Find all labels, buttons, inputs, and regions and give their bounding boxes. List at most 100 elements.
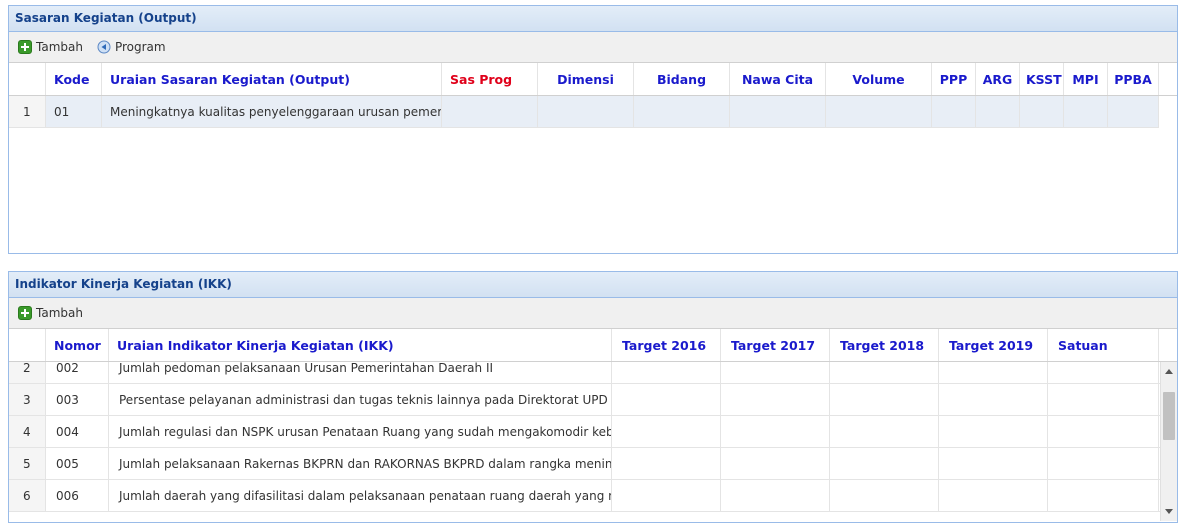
row-target-2019 bbox=[939, 384, 1048, 415]
toolbar: Tambah Program bbox=[9, 32, 1177, 63]
add-button-label: Tambah bbox=[36, 306, 83, 320]
row-target-2017 bbox=[721, 384, 830, 415]
col-target-2016[interactable]: Target 2016 bbox=[612, 329, 721, 361]
col-volume[interactable]: Volume bbox=[826, 63, 932, 95]
table-row[interactable]: 5 005 Jumlah pelaksanaan Rakernas BKPRN da… bbox=[9, 448, 1160, 480]
row-number: 6 bbox=[9, 480, 46, 511]
row-target-2019 bbox=[939, 448, 1048, 479]
row-target-2017 bbox=[721, 448, 830, 479]
program-button[interactable]: Program bbox=[97, 40, 166, 54]
row-target-2018 bbox=[830, 362, 939, 383]
row-ksst bbox=[1020, 96, 1064, 127]
ikk-panel: Indikator Kinerja Kegiatan (IKK) Tambah … bbox=[8, 271, 1178, 523]
row-ppp bbox=[932, 96, 976, 127]
add-button[interactable]: Tambah bbox=[18, 40, 83, 54]
col-bidang[interactable]: Bidang bbox=[634, 63, 730, 95]
row-uraian: Persentase pelayanan administrasi dan tu… bbox=[109, 384, 612, 415]
col-rownum bbox=[9, 63, 46, 95]
col-mpi[interactable]: MPI bbox=[1064, 63, 1108, 95]
row-uraian: Jumlah daerah yang difasilitasi dalam pe… bbox=[109, 480, 612, 511]
row-uraian: Meningkatnya kualitas penyelenggaraan ur… bbox=[102, 96, 442, 127]
row-kode: 01 bbox=[46, 96, 102, 127]
row-nomor: 002 bbox=[46, 362, 109, 383]
col-rownum bbox=[9, 329, 46, 361]
vertical-scrollbar[interactable] bbox=[1160, 362, 1177, 521]
row-nomor: 006 bbox=[46, 480, 109, 511]
col-target-2017[interactable]: Target 2017 bbox=[721, 329, 830, 361]
toolbar: Tambah bbox=[9, 298, 1177, 329]
col-uraian[interactable]: Uraian Sasaran Kegiatan (Output) bbox=[102, 63, 442, 95]
col-sas-prog[interactable]: Sas Prog bbox=[442, 63, 538, 95]
row-number: 4 bbox=[9, 416, 46, 447]
ikk-rows: 2 002 Jumlah pedoman pelaksanaan Urusan Pe… bbox=[9, 362, 1160, 512]
row-nomor: 003 bbox=[46, 384, 109, 415]
col-uraian-ikk[interactable]: Uraian Indikator Kinerja Kegiatan (IKK) bbox=[109, 329, 612, 361]
back-arrow-icon bbox=[97, 40, 111, 54]
row-satuan bbox=[1048, 416, 1159, 447]
col-ksst[interactable]: KSST bbox=[1020, 63, 1064, 95]
row-target-2016 bbox=[612, 384, 721, 415]
row-uraian: Jumlah pelaksanaan Rakernas BKPRN dan RA… bbox=[109, 448, 612, 479]
row-ppba bbox=[1108, 96, 1159, 127]
row-target-2016 bbox=[612, 480, 721, 511]
row-target-2017 bbox=[721, 416, 830, 447]
table-row[interactable]: 3 003 Persentase pelayanan administrasi da… bbox=[9, 384, 1160, 416]
table-row[interactable]: 4 004 Jumlah regulasi dan NSPK urusan Pena… bbox=[9, 416, 1160, 448]
row-number: 3 bbox=[9, 384, 46, 415]
ikk-grid-header: Nomor Uraian Indikator Kinerja Kegiatan … bbox=[9, 329, 1177, 362]
row-target-2016 bbox=[612, 448, 721, 479]
row-target-2019 bbox=[939, 362, 1048, 383]
table-row[interactable]: 6 006 Jumlah daerah yang difasilitasi dala… bbox=[9, 480, 1160, 512]
col-satuan[interactable]: Satuan bbox=[1048, 329, 1159, 361]
row-sas-prog bbox=[442, 96, 538, 127]
program-button-label: Program bbox=[114, 40, 166, 54]
scroll-up-icon[interactable] bbox=[1165, 369, 1173, 374]
col-dimensi[interactable]: Dimensi bbox=[538, 63, 634, 95]
panel-title: Sasaran Kegiatan (Output) bbox=[9, 6, 1177, 32]
row-satuan bbox=[1048, 384, 1159, 415]
row-target-2017 bbox=[721, 362, 830, 383]
row-target-2018 bbox=[830, 384, 939, 415]
row-number: 2 bbox=[9, 362, 46, 383]
col-nomor[interactable]: Nomor bbox=[46, 329, 109, 361]
row-target-2019 bbox=[939, 480, 1048, 511]
row-satuan bbox=[1048, 448, 1159, 479]
row-bidang bbox=[634, 96, 730, 127]
row-target-2018 bbox=[830, 480, 939, 511]
col-ppba[interactable]: PPBA bbox=[1108, 63, 1159, 95]
row-target-2018 bbox=[830, 416, 939, 447]
col-target-2018[interactable]: Target 2018 bbox=[830, 329, 939, 361]
add-icon bbox=[18, 306, 32, 320]
row-satuan bbox=[1048, 480, 1159, 511]
row-satuan bbox=[1048, 362, 1159, 383]
row-dimensi bbox=[538, 96, 634, 127]
add-button-label: Tambah bbox=[36, 40, 83, 54]
add-icon bbox=[18, 40, 32, 54]
table-row[interactable]: 1 01 Meningkatnya kualitas penyelenggara… bbox=[9, 96, 1159, 128]
output-grid-header: Kode Uraian Sasaran Kegiatan (Output) Sa… bbox=[9, 63, 1177, 96]
row-number: 1 bbox=[9, 96, 46, 127]
panel-title: Indikator Kinerja Kegiatan (IKK) bbox=[9, 272, 1177, 298]
ikk-grid-body: 2 002 Jumlah pedoman pelaksanaan Urusan Pe… bbox=[9, 362, 1177, 521]
row-target-2016 bbox=[612, 362, 721, 383]
sasaran-kegiatan-panel: Sasaran Kegiatan (Output) Tambah Program… bbox=[8, 5, 1178, 254]
row-nomor: 004 bbox=[46, 416, 109, 447]
scroll-down-icon[interactable] bbox=[1165, 509, 1173, 514]
row-nawa-cita bbox=[730, 96, 826, 127]
table-row[interactable]: 2 002 Jumlah pedoman pelaksanaan Urusan Pe… bbox=[9, 362, 1160, 384]
col-nawa-cita[interactable]: Nawa Cita bbox=[730, 63, 826, 95]
row-target-2019 bbox=[939, 416, 1048, 447]
col-kode[interactable]: Kode bbox=[46, 63, 102, 95]
row-number: 5 bbox=[9, 448, 46, 479]
row-target-2016 bbox=[612, 416, 721, 447]
row-volume bbox=[826, 96, 932, 127]
col-arg[interactable]: ARG bbox=[976, 63, 1020, 95]
row-target-2017 bbox=[721, 480, 830, 511]
row-uraian: Jumlah pedoman pelaksanaan Urusan Pemeri… bbox=[109, 362, 612, 383]
col-target-2019[interactable]: Target 2019 bbox=[939, 329, 1048, 361]
row-nomor: 005 bbox=[46, 448, 109, 479]
add-button[interactable]: Tambah bbox=[18, 306, 83, 320]
scroll-thumb[interactable] bbox=[1163, 392, 1175, 440]
row-arg bbox=[976, 96, 1020, 127]
col-ppp[interactable]: PPP bbox=[932, 63, 976, 95]
